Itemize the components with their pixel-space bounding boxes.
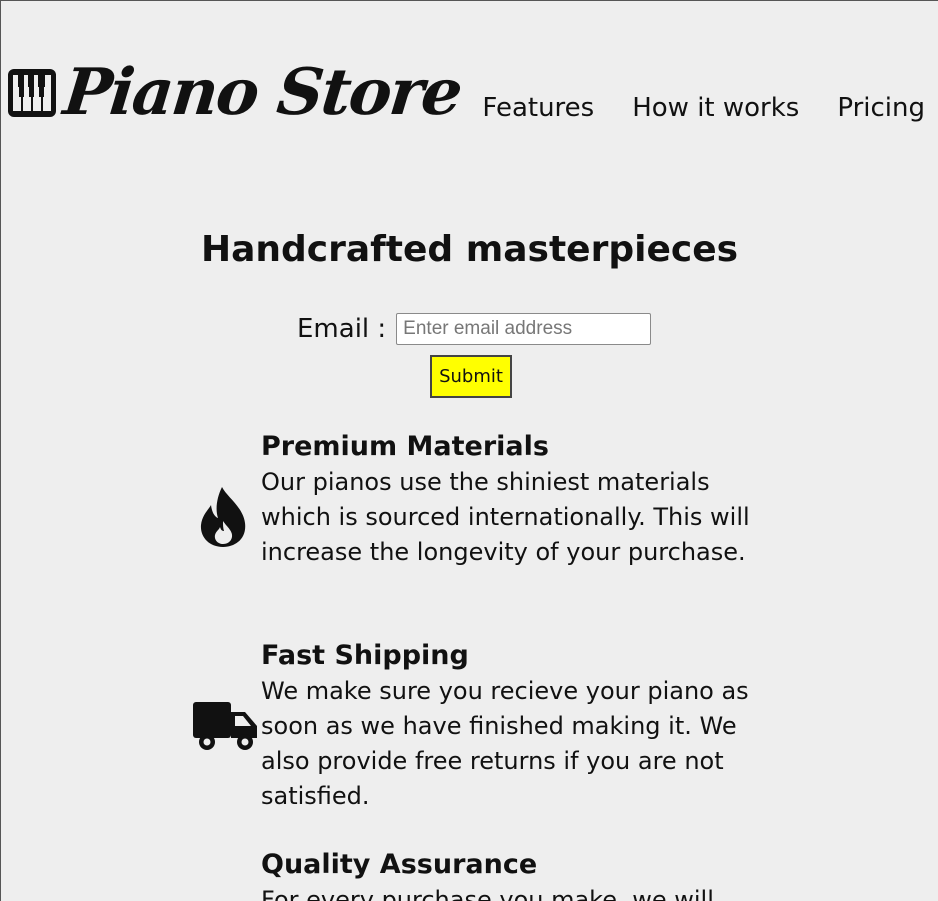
hero-title: Handcrafted masterpieces xyxy=(200,229,739,270)
piano-keys-icon xyxy=(8,69,56,117)
nav-link-how-it-works[interactable]: How it works xyxy=(632,93,799,123)
fire-icon xyxy=(200,487,246,547)
truck-icon xyxy=(193,702,257,750)
nav-link-pricing[interactable]: Pricing xyxy=(837,93,925,123)
site-logo[interactable]: Piano Store xyxy=(6,55,464,130)
feature-title: Fast Shipping xyxy=(261,640,469,671)
feature-title: Quality Assurance xyxy=(261,849,538,880)
feature-text: Quality Assurance For every purchase you… xyxy=(261,847,751,901)
email-label: Email : xyxy=(297,314,387,344)
feature-description: We make sure you recieve your piano as s… xyxy=(261,677,749,810)
email-row: Email : xyxy=(297,313,652,345)
site-header: Piano Store Features How it works Pricin… xyxy=(1,1,938,201)
feature-text: Fast Shipping We make sure you recieve y… xyxy=(261,638,751,814)
main-nav: Features How it works Pricing xyxy=(482,93,925,123)
nav-link-features[interactable]: Features xyxy=(482,93,594,123)
submit-button[interactable]: Submit xyxy=(430,355,512,398)
feature-title: Premium Materials xyxy=(261,431,549,462)
feature-description: For every purchase you make, we will xyxy=(261,886,714,901)
email-input[interactable] xyxy=(396,313,652,345)
logo-text: Piano Store xyxy=(60,55,465,130)
feature-description: Our pianos use the shiniest materials wh… xyxy=(261,468,750,566)
feature-text: Premium Materials Our pianos use the shi… xyxy=(261,429,751,570)
